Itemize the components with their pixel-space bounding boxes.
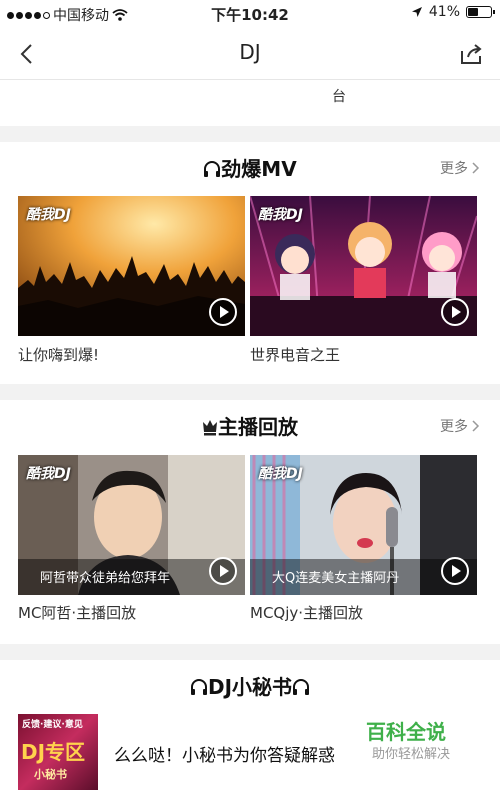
secretary-thumb-line1: 反馈·建议·意见 bbox=[22, 720, 83, 730]
replay-section-header: 主播回放 bbox=[0, 411, 500, 440]
replay-more-label: 更多 bbox=[440, 419, 468, 435]
play-icon[interactable] bbox=[441, 298, 469, 326]
play-icon[interactable] bbox=[209, 298, 237, 326]
mv-card-concert[interactable]: 酷我DJ bbox=[18, 196, 245, 336]
secretary-thumb-line3: 小秘书 bbox=[34, 768, 67, 781]
mv-more-label: 更多 bbox=[440, 161, 468, 177]
share-button[interactable] bbox=[458, 40, 486, 68]
play-icon[interactable] bbox=[441, 557, 469, 585]
kuwo-dj-logo: 酷我DJ bbox=[258, 466, 303, 482]
replay-card-mcqjy[interactable]: 酷我DJ 大Q连麦美女主播阿丹 bbox=[250, 455, 477, 595]
watermark-subtitle: 助你轻松解决 bbox=[372, 747, 451, 762]
nav-bar: DJ bbox=[0, 28, 500, 80]
mv-card-anime-caption: 世界电音之王 bbox=[250, 346, 341, 364]
battery-icon bbox=[466, 6, 495, 18]
watermark-title: 百科全说 bbox=[366, 720, 446, 744]
previous-section-fragment bbox=[0, 81, 500, 126]
crown-icon bbox=[203, 420, 217, 436]
secretary-section-title: DJ小秘书 bbox=[207, 675, 293, 699]
status-right: 41% bbox=[411, 4, 495, 20]
kuwo-dj-logo: 酷我DJ bbox=[26, 466, 71, 482]
share-icon bbox=[461, 44, 482, 64]
secretary-thumb-line2: DJ专区 bbox=[21, 740, 86, 764]
secretary-section-header: DJ小秘书 bbox=[0, 671, 500, 700]
replay-more-link[interactable]: 更多 bbox=[440, 416, 480, 436]
kuwo-dj-logo: 酷我DJ bbox=[258, 207, 303, 223]
replay-section-title: 主播回放 bbox=[218, 415, 298, 439]
section-divider bbox=[0, 644, 500, 660]
secretary-message[interactable]: 么么哒！小秘书为你答疑解惑 bbox=[114, 741, 335, 766]
mv-card-concert-caption: 让你嗨到爆! bbox=[18, 346, 100, 364]
previous-section-text: 台 bbox=[332, 89, 346, 105]
secretary-thumbnail[interactable]: 反馈·建议·意见 DJ专区 小秘书 bbox=[18, 714, 98, 790]
location-arrow-icon bbox=[411, 7, 422, 17]
mv-more-link[interactable]: 更多 bbox=[440, 158, 480, 178]
status-bar: 中国移动 下午10:42 41% bbox=[0, 0, 500, 28]
section-divider bbox=[0, 384, 500, 400]
replay-card-mc-azhe[interactable]: 酷我DJ 阿哲带众徒弟给您拜年 bbox=[18, 455, 245, 595]
replay-card-mcqjy-overlay: 大Q连麦美女主播阿丹 bbox=[272, 571, 400, 586]
replay-card-mc-azhe-overlay: 阿哲带众徒弟给您拜年 bbox=[40, 571, 171, 586]
chevron-right-icon bbox=[472, 420, 480, 432]
replay-card-mcqjy-caption: MCQjy·主播回放 bbox=[250, 604, 364, 622]
headphones-icon bbox=[204, 161, 221, 177]
mv-card-anime[interactable]: 酷我DJ bbox=[250, 196, 477, 336]
mv-section-title: 劲爆MV bbox=[221, 157, 297, 181]
section-divider bbox=[0, 126, 500, 142]
kuwo-dj-logo: 酷我DJ bbox=[26, 207, 71, 223]
chevron-right-icon bbox=[472, 162, 480, 174]
mv-section-header: 劲爆MV bbox=[0, 153, 500, 182]
replay-card-mc-azhe-caption: MC阿哲·主播回放 bbox=[18, 604, 137, 622]
headphones-icon bbox=[190, 679, 207, 695]
headphones-icon bbox=[293, 679, 310, 695]
battery-level bbox=[468, 8, 478, 16]
battery-percent: 41% bbox=[428, 4, 460, 20]
play-icon[interactable] bbox=[209, 557, 237, 585]
page-title: DJ bbox=[239, 40, 261, 64]
